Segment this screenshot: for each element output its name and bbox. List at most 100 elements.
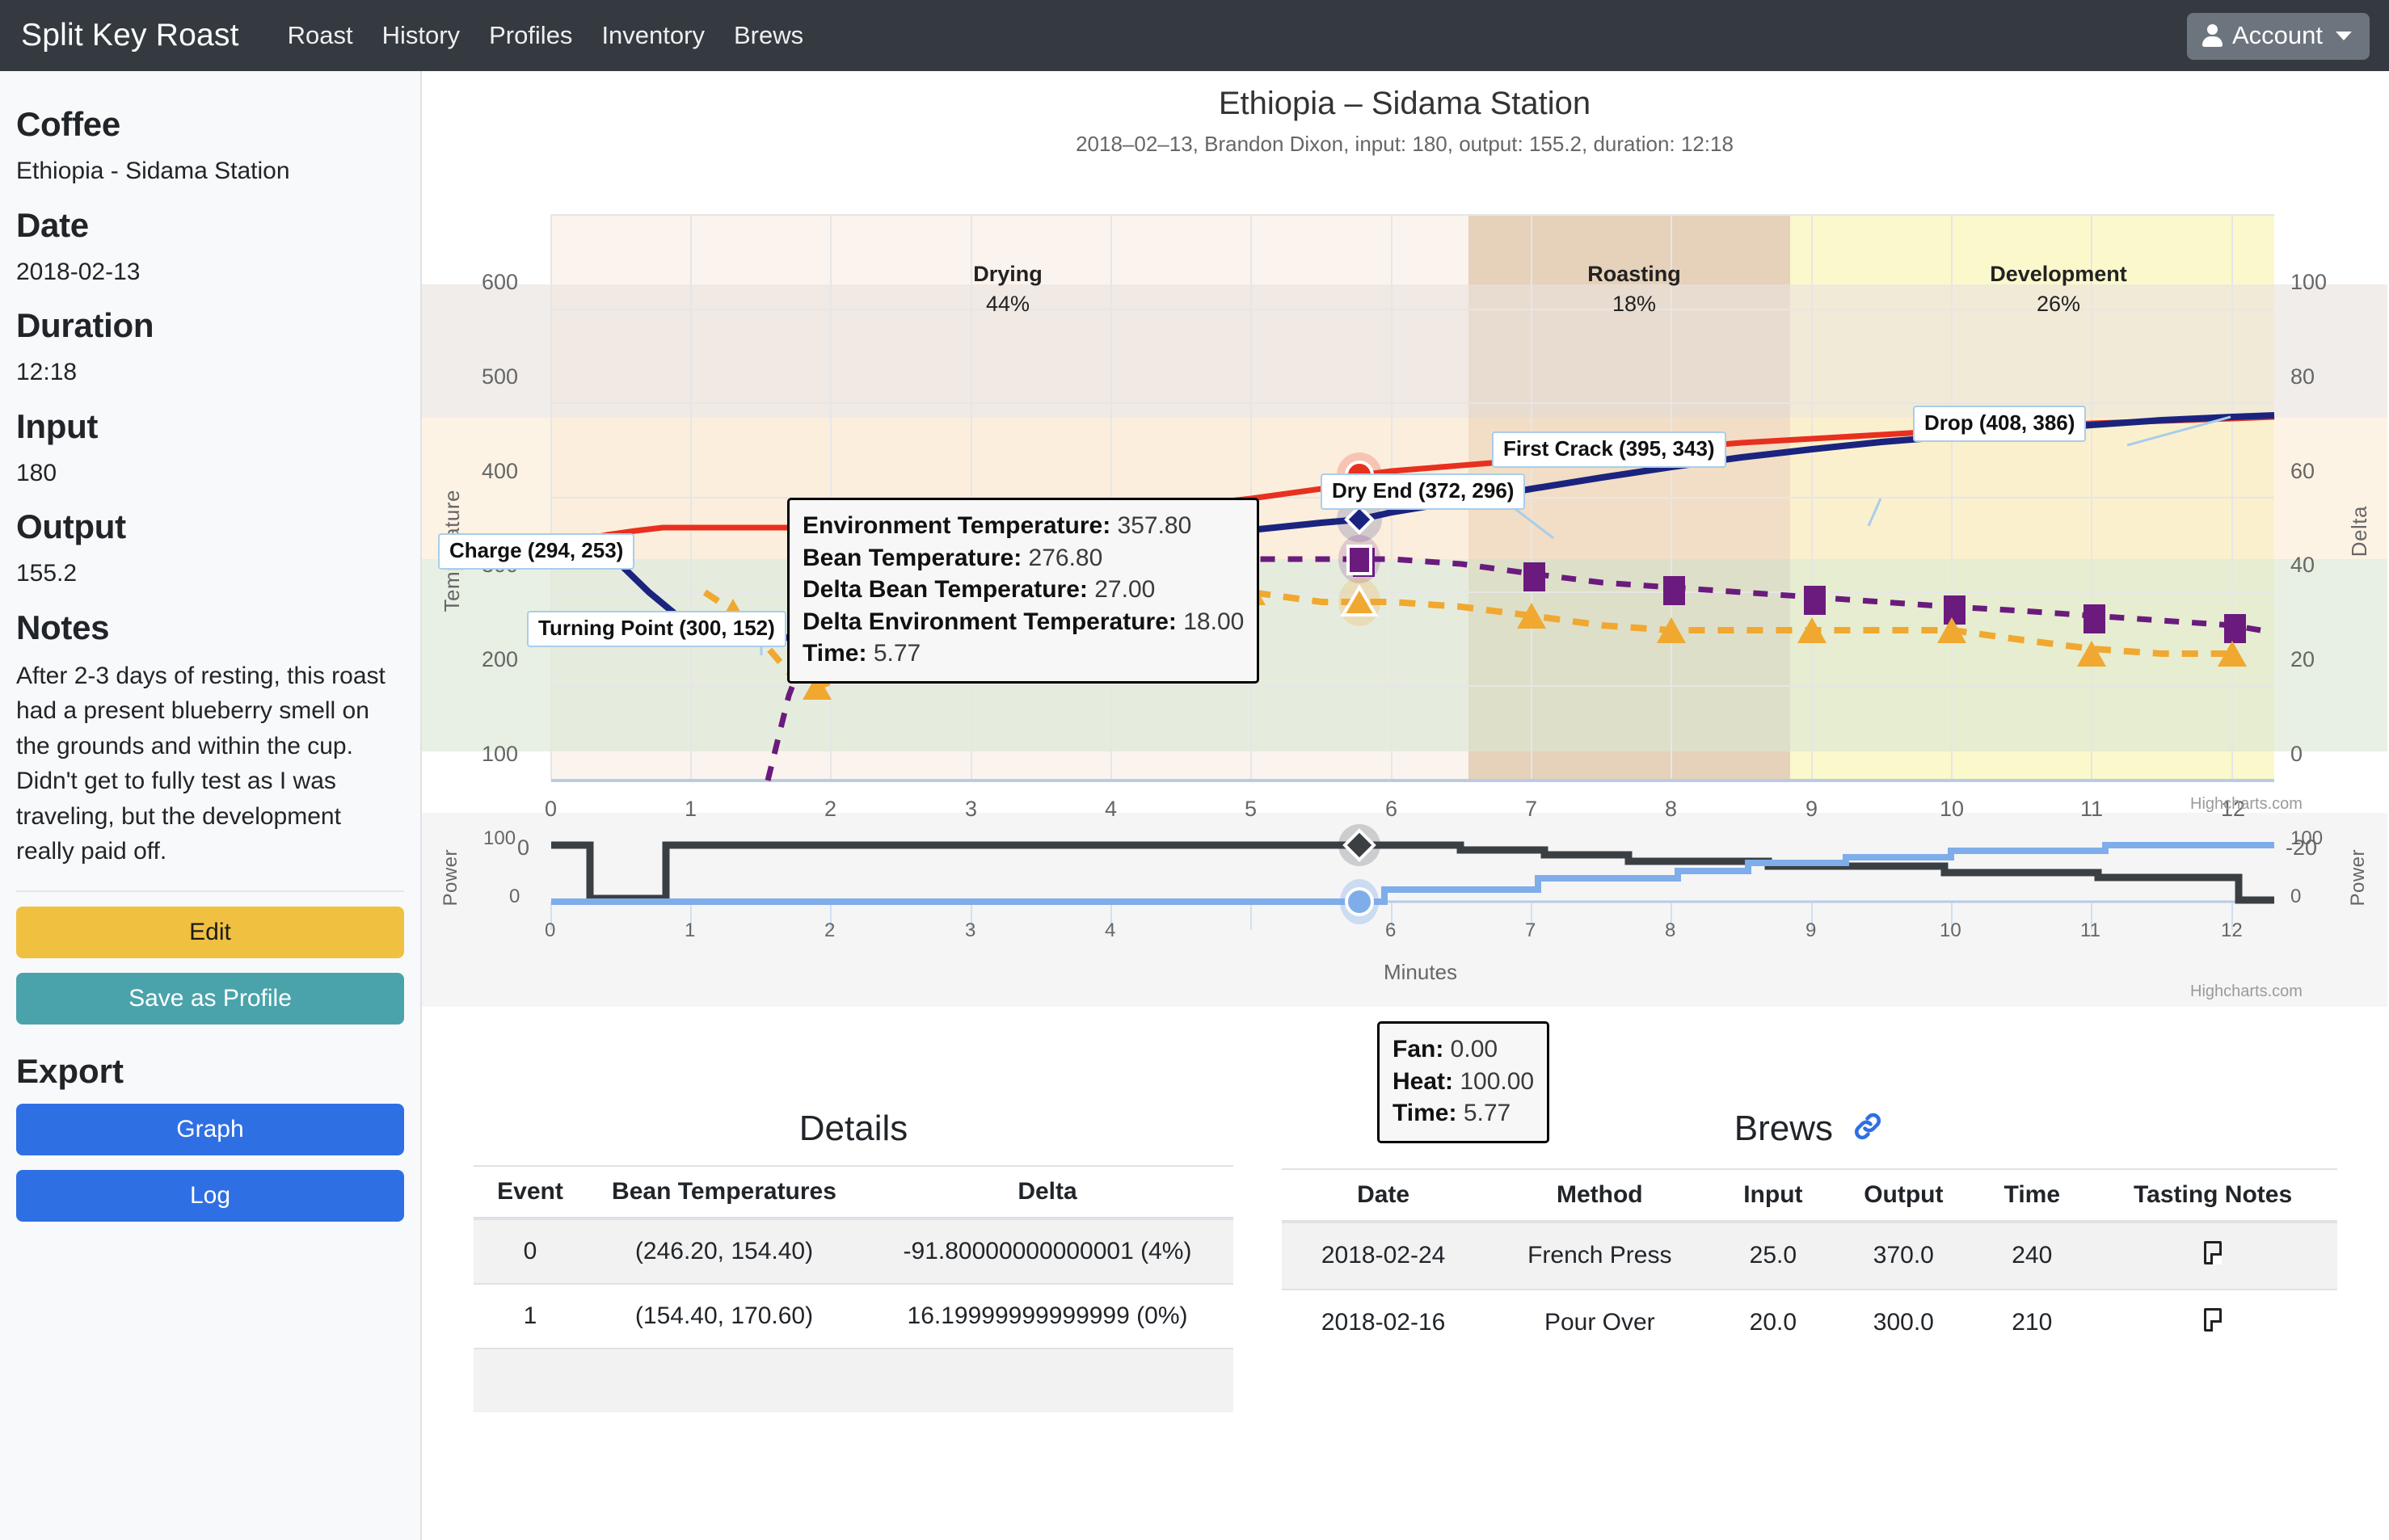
x-tick-3: 3	[965, 797, 977, 822]
main-content: Ethiopia – Sidama Station 2018–02–13, Br…	[422, 71, 2389, 1540]
edit-button[interactable]: Edit	[16, 907, 404, 958]
phase-name-drying: Drying	[973, 262, 1043, 286]
export-graph-button[interactable]: Graph	[16, 1104, 404, 1155]
power-tooltip-heat-value: 100.00	[1460, 1068, 1534, 1095]
chart-tooltip-temperatures: Environment Temperature: 357.80 Bean Tem…	[787, 498, 1259, 684]
power-x-tick-10: 10	[1940, 919, 1961, 942]
annotation-charge[interactable]: Charge (294, 253)	[438, 533, 634, 570]
app-brand[interactable]: Split Key Roast	[21, 18, 239, 53]
tooltip-delta-env-label: Delta Environment Temperature:	[803, 608, 1177, 635]
brews-row-1[interactable]: 2018-02-16 Pour Over 20.0 300.0 210	[1282, 1290, 2337, 1356]
y2-tick-40: 40	[2290, 553, 2315, 578]
export-heading: Export	[16, 1052, 404, 1091]
input-value: 180	[16, 457, 404, 490]
x-tick-1: 1	[685, 797, 697, 822]
export-log-button[interactable]: Log	[16, 1170, 404, 1222]
annotation-first-crack[interactable]: First Crack (395, 343)	[1492, 431, 1726, 468]
phase-pct-roasting: 18%	[1533, 292, 1735, 317]
power-x-tick-11: 11	[2080, 919, 2100, 942]
brews-cell-time: 210	[1975, 1290, 2088, 1356]
nav-link-inventory[interactable]: Inventory	[587, 13, 719, 58]
details-row-2[interactable]	[474, 1349, 1233, 1412]
notes-heading: Notes	[16, 608, 404, 647]
x-tick-9: 9	[1805, 797, 1818, 822]
highcharts-credit-power[interactable]: Highcharts.com	[2190, 982, 2303, 1001]
details-header-row: Event Bean Temperatures Delta	[474, 1166, 1233, 1218]
annotation-turning-point[interactable]: Turning Point (300, 152)	[527, 611, 786, 647]
power-y-tick-0-left: 0	[509, 886, 520, 908]
y-tick-500: 500	[482, 364, 518, 389]
brews-cell-output: 300.0	[1831, 1290, 1975, 1356]
tooltip-env-value: 357.80	[1118, 512, 1192, 539]
phase-label-roasting: Roasting 18%	[1533, 262, 1735, 317]
duration-value: 12:18	[16, 356, 404, 389]
roast-chart: Ethiopia – Sidama Station 2018–02–13, Br…	[422, 86, 2387, 1088]
notes-value: After 2-3 days of resting, this roast ha…	[16, 658, 404, 869]
brews-col-input: Input	[1714, 1169, 1831, 1222]
tooltip-time-label: Time:	[803, 640, 866, 667]
phase-label-development: Development 26%	[1929, 262, 2188, 317]
x-tick-6: 6	[1385, 797, 1397, 822]
details-panel: Details Event Bean Temperatures Delta 0 …	[449, 1088, 1258, 1412]
details-cell-delta	[862, 1349, 1233, 1412]
details-row-0[interactable]: 0 (246.20, 154.40) -91.80000000000001 (4…	[474, 1218, 1233, 1284]
brews-cell-input: 25.0	[1714, 1222, 1831, 1290]
details-cell-event: 0	[474, 1218, 587, 1284]
nav-link-profiles[interactable]: Profiles	[474, 13, 587, 58]
document-icon[interactable]	[2204, 1241, 2222, 1264]
brews-cell-date: 2018-02-24	[1282, 1222, 1485, 1290]
account-dropdown-button[interactable]: Account	[2187, 13, 2370, 60]
details-cell-delta: 16.19999999999999 (0%)	[862, 1284, 1233, 1349]
brews-row-0[interactable]: 2018-02-24 French Press 25.0 370.0 240	[1282, 1222, 2337, 1290]
y-axis-label-delta: Delta	[2347, 506, 2372, 557]
annotation-drop[interactable]: Drop (408, 386)	[1913, 406, 2086, 442]
details-row-1[interactable]: 1 (154.40, 170.60) 16.19999999999999 (0%…	[474, 1284, 1233, 1349]
brews-header-row: Date Method Input Output Time Tasting No…	[1282, 1169, 2337, 1222]
page-body: Coffee Ethiopia - Sidama Station Date 20…	[0, 71, 2389, 1540]
power-tooltip-fan-label: Fan:	[1393, 1036, 1443, 1062]
brews-cell-time: 240	[1975, 1222, 2088, 1290]
y2-tick-60: 60	[2290, 459, 2315, 484]
date-heading: Date	[16, 206, 404, 245]
sidebar-divider	[16, 890, 404, 892]
tooltip-delta-env-value: 18.00	[1183, 608, 1244, 635]
brews-col-time: Time	[1975, 1169, 2088, 1222]
details-cell-delta: -91.80000000000001 (4%)	[862, 1218, 1233, 1284]
document-icon[interactable]	[2204, 1308, 2222, 1332]
brews-cell-notes[interactable]	[2088, 1222, 2337, 1290]
nav-link-brews[interactable]: Brews	[719, 13, 818, 58]
tooltip-delta-bean-value: 27.00	[1094, 576, 1155, 603]
y2-tick-80: 80	[2290, 364, 2315, 389]
link-icon[interactable]	[1851, 1109, 1885, 1152]
x-tick-4: 4	[1105, 797, 1117, 822]
power-x-tick-7: 7	[1525, 919, 1536, 942]
tooltip-time-value: 5.77	[874, 640, 921, 667]
save-as-profile-button[interactable]: Save as Profile	[16, 973, 404, 1025]
power-x-tick-9: 9	[1805, 919, 1816, 942]
account-label: Account	[2232, 21, 2323, 50]
annotation-dry-end[interactable]: Dry End (372, 296)	[1321, 473, 1525, 510]
brews-col-tasting-notes: Tasting Notes	[2088, 1169, 2337, 1222]
tooltip-bean-label: Bean Temperature:	[803, 545, 1022, 571]
brews-cell-method: French Press	[1485, 1222, 1714, 1290]
power-x-tick-6: 6	[1385, 919, 1396, 942]
brews-cell-output: 370.0	[1831, 1222, 1975, 1290]
power-x-tick-8: 8	[1665, 919, 1675, 942]
power-tooltip-time-value: 5.77	[1464, 1100, 1511, 1126]
power-y-axis-label-left: Power	[440, 849, 462, 907]
brews-cell-date: 2018-02-16	[1282, 1290, 1485, 1356]
power-y-tick-100-right: 100	[2290, 827, 2323, 850]
nav-link-roast[interactable]: Roast	[273, 13, 368, 58]
tooltip-bean-value: 276.80	[1029, 545, 1103, 571]
highcharts-credit-main[interactable]: Highcharts.com	[2190, 795, 2303, 814]
power-tooltip-time-label: Time:	[1393, 1100, 1456, 1126]
power-tooltip-heat-label: Heat:	[1393, 1068, 1453, 1095]
details-cell-event: 1	[474, 1284, 587, 1349]
details-cell-temps: (154.40, 170.60)	[587, 1284, 862, 1349]
y-tick-100: 100	[482, 742, 518, 767]
y-tick-0: 0	[517, 835, 529, 860]
nav-link-history[interactable]: History	[368, 13, 474, 58]
brews-col-date: Date	[1282, 1169, 1485, 1222]
brews-cell-notes[interactable]	[2088, 1290, 2337, 1356]
power-y-tick-100-left: 100	[483, 827, 516, 850]
